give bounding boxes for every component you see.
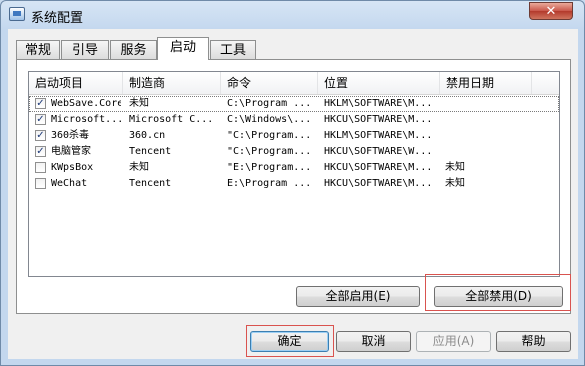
command: "C:\Program...	[227, 146, 312, 157]
manufacturer: Microsoft C...	[129, 114, 214, 125]
list-item[interactable]: KWpsBox 未知 "E:\Program... HKCU\SOFTWARE\…	[29, 160, 559, 176]
location: HKLM\SOFTWARE\M...	[324, 98, 433, 109]
close-button[interactable]: ✕	[529, 2, 573, 20]
enable-checkbox[interactable]: ✓	[35, 146, 46, 157]
column-header-location[interactable]: 位置	[318, 72, 440, 94]
list-item[interactable]: ✓ 360杀毒 360.cn "C:\Program... HKLM\SOFTW…	[29, 128, 559, 144]
location: HKCU\SOFTWARE\M...	[324, 178, 433, 189]
command: "E:\Program...	[227, 162, 312, 173]
apply-button[interactable]: 应用(A)	[416, 331, 491, 352]
manufacturer: 未知	[129, 162, 149, 173]
enable-all-button[interactable]: 全部启用(E)	[296, 286, 420, 307]
manufacturer: 360.cn	[129, 130, 166, 141]
tab-services[interactable]: 服务	[110, 40, 157, 59]
list-item[interactable]: ✓ WebSave.Core 未知 C:\Program ... HKLM\SO…	[29, 96, 559, 112]
column-header-command[interactable]: 命令	[221, 72, 318, 94]
command: C:\Windows\...	[227, 114, 312, 125]
location: HKCU\SOFTWARE\W...	[324, 146, 433, 157]
enable-checkbox[interactable]	[35, 178, 46, 189]
manufacturer: Tencent	[129, 178, 172, 189]
startup-item-name: Microsoft...	[51, 114, 121, 125]
list-header: 启动项目 制造商 命令 位置 禁用日期	[29, 72, 559, 95]
column-header-disabled-date[interactable]: 禁用日期	[440, 72, 532, 94]
enable-checkbox[interactable]	[35, 162, 46, 173]
disabled-date: 未知	[445, 162, 465, 173]
command: E:\Program ...	[227, 178, 312, 189]
enable-checkbox[interactable]: ✓	[35, 98, 46, 109]
dialog-body: 常规 引导 服务 启动 工具 启动项目 制造商 命令 位置 禁用日期 ✓ Web…	[8, 29, 578, 359]
enable-checkbox[interactable]: ✓	[35, 114, 46, 125]
window-title: 系统配置	[31, 11, 84, 26]
highlight-box-disable-all	[425, 274, 571, 311]
startup-panel: 启动项目 制造商 命令 位置 禁用日期 ✓ WebSave.Core 未知 C:…	[16, 59, 571, 314]
system-config-icon	[9, 7, 25, 21]
tab-tools[interactable]: 工具	[210, 40, 256, 59]
title-bar: 系统配置 ✕	[1, 1, 584, 29]
list-item[interactable]: WeChat Tencent E:\Program ... HKCU\SOFTW…	[29, 176, 559, 192]
command: C:\Program ...	[227, 98, 312, 109]
tab-boot[interactable]: 引导	[61, 40, 109, 59]
disabled-date: 未知	[445, 178, 465, 189]
location: HKCU\SOFTWARE\M...	[324, 114, 433, 125]
startup-item-name: WebSave.Core	[51, 98, 121, 109]
list-item[interactable]: ✓ 电脑管家 Tencent "C:\Program... HKCU\SOFTW…	[29, 144, 559, 160]
enable-checkbox[interactable]: ✓	[35, 130, 46, 141]
command: "C:\Program...	[227, 130, 312, 141]
manufacturer: 未知	[129, 98, 149, 109]
highlight-box-ok	[246, 325, 334, 357]
startup-item-name: 360杀毒	[51, 130, 90, 141]
startup-item-name: 电脑管家	[51, 146, 91, 157]
manufacturer: Tencent	[129, 146, 172, 157]
help-button[interactable]: 帮助	[496, 331, 571, 352]
column-header-startup-item[interactable]: 启动项目	[29, 72, 123, 94]
tab-general[interactable]: 常规	[16, 40, 60, 59]
startup-item-name: KWpsBox	[51, 162, 94, 173]
startup-item-name: WeChat	[51, 178, 88, 189]
column-header-manufacturer[interactable]: 制造商	[123, 72, 221, 94]
location: HKLM\SOFTWARE\M...	[324, 130, 433, 141]
system-config-window: 系统配置 ✕ 常规 引导 服务 启动 工具 启动项目 制造商 命令 位置 禁用日…	[0, 0, 585, 366]
location: HKCU\SOFTWARE\M...	[324, 162, 433, 173]
tab-startup[interactable]: 启动	[157, 37, 209, 60]
list-item[interactable]: ✓ Microsoft... Microsoft C... C:\Windows…	[29, 112, 559, 128]
cancel-button[interactable]: 取消	[336, 331, 411, 352]
startup-list: 启动项目 制造商 命令 位置 禁用日期 ✓ WebSave.Core 未知 C:…	[28, 71, 560, 277]
